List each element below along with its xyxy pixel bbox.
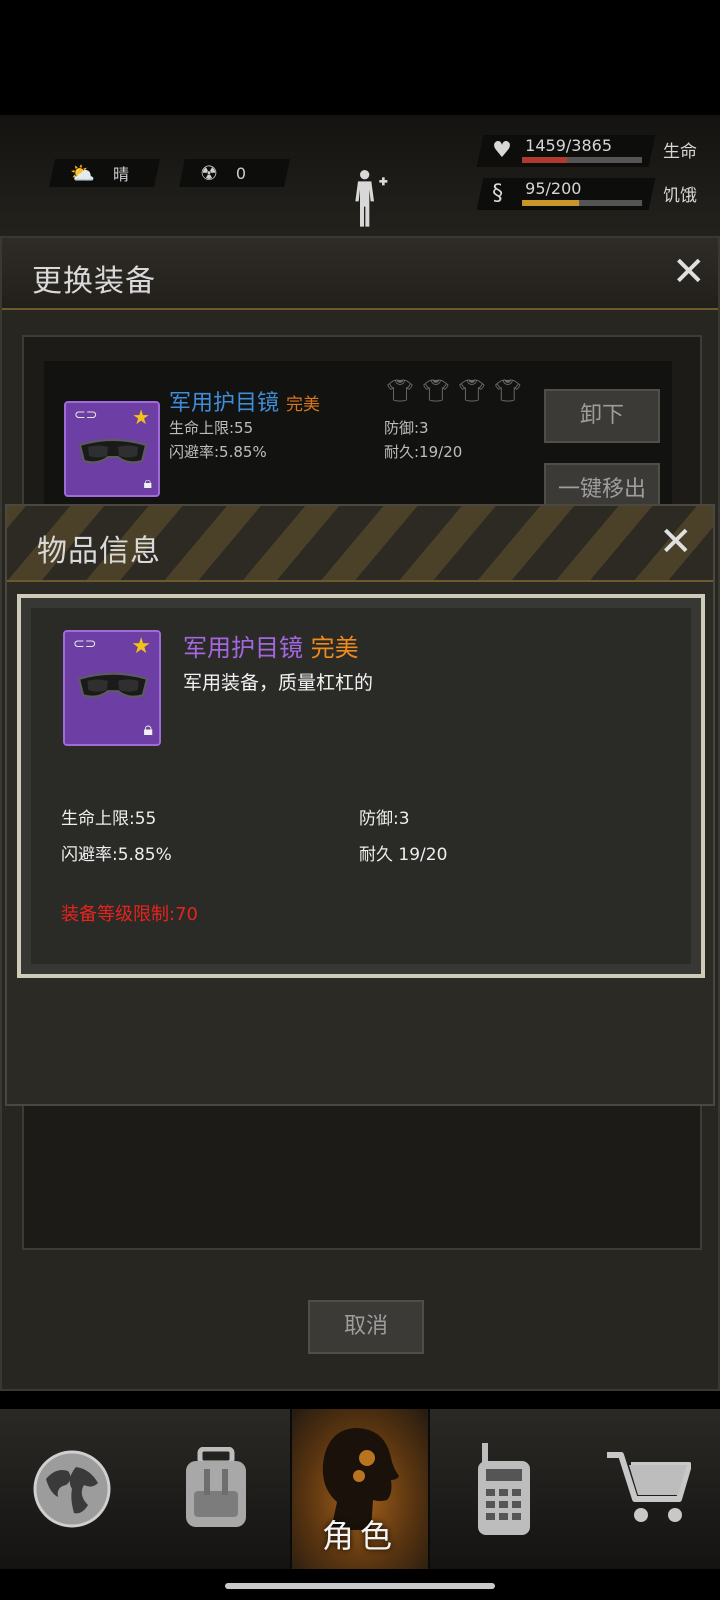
radiation-chip: ☢ 0	[179, 159, 290, 187]
health-bar-fill	[522, 157, 568, 163]
radiation-icon: ☢	[200, 161, 218, 185]
lock-icon: 🔒︎	[143, 719, 153, 740]
radiation-value: 0	[235, 163, 247, 183]
hunger-label: 饥饿	[663, 186, 697, 206]
change-equipment-header: 更换装备 ✕	[2, 238, 718, 310]
health-value: 1459/3865	[525, 136, 612, 155]
item-info-modal: 物品信息 ✕ ⊂⊃ ★ 🔒︎ 军用护目镜 完美 军用装备，质量杠杠的 生命上限:…	[5, 504, 715, 1106]
item-info-quality: 完美	[310, 634, 359, 662]
bottom-nav: 角色	[0, 1409, 720, 1569]
health-label: 生命	[663, 142, 697, 162]
modal-title: 物品信息	[37, 534, 161, 569]
item-info-name-text: 军用护目镜	[183, 634, 303, 662]
attr-hp-max: 生命上限:55	[61, 809, 157, 829]
sun-cloud-icon: ⛅	[70, 161, 95, 185]
set-shirt-icons: 👕︎👕︎👕︎👕︎	[386, 379, 530, 404]
item-dodge: 闪避率:5.85%	[169, 443, 267, 461]
lock-icon: 🔒︎	[143, 473, 152, 492]
health-stat: ♥ 1459/3865	[476, 135, 656, 167]
hunger-value: 95/200	[525, 179, 582, 198]
goggles-icon	[78, 439, 148, 464]
dialog-title: 更换装备	[32, 264, 156, 299]
item-name-text: 军用护目镜	[169, 391, 280, 416]
backpack-icon	[186, 1447, 246, 1527]
stomach-icon: §	[492, 181, 504, 206]
attr-dodge: 闪避率:5.85%	[61, 845, 172, 865]
goggles-icon	[77, 672, 149, 698]
close-icon[interactable]: ✕	[659, 522, 693, 562]
attr-defense: 防御:3	[359, 809, 410, 829]
body-heal-icon[interactable]	[350, 158, 390, 238]
item-info-frame: ⊂⊃ ★ 🔒︎ 军用护目镜 完美 军用装备，质量杠杠的 生命上限:55 闪避率:…	[17, 594, 705, 978]
item-info-body: ⊂⊃ ★ 🔒︎ 军用护目镜 完美 军用装备，质量杠杠的 生命上限:55 闪避率:…	[21, 598, 701, 974]
nav-world[interactable]	[0, 1409, 144, 1569]
globe-icon	[33, 1450, 111, 1528]
weather-label: 晴	[112, 165, 129, 184]
shopping-cart-icon	[607, 1452, 691, 1522]
item-slot: ⊂⊃ ★ 🔒︎	[63, 630, 161, 746]
cancel-button[interactable]: 取消	[308, 1300, 424, 1354]
item-defense: 防御:3	[384, 419, 429, 437]
item-durability: 耐久:19/20	[384, 443, 463, 461]
star-icon: ★	[131, 634, 151, 659]
item-slot[interactable]: ⊂⊃ ★ 🔒︎	[64, 401, 160, 497]
close-icon[interactable]: ✕	[672, 252, 706, 292]
level-requirement: 装备等级限制:70	[61, 904, 198, 925]
hunger-bar	[522, 200, 643, 206]
health-bar	[522, 157, 643, 163]
link-icon: ⊂⊃	[74, 407, 98, 423]
hunger-stat: § 95/200	[476, 178, 656, 210]
item-name: 军用护目镜 完美	[169, 385, 320, 417]
weather-chip: ⛅ 晴	[49, 159, 160, 187]
attr-durability: 耐久 19/20	[359, 845, 448, 865]
item-quality: 完美	[286, 395, 321, 415]
unequip-button[interactable]: 卸下	[544, 389, 660, 443]
nav-character-label: 角色	[321, 1517, 398, 1555]
nav-character[interactable]: 角色	[290, 1409, 430, 1569]
hunger-bar-fill	[522, 200, 580, 206]
nav-backpack[interactable]	[144, 1409, 288, 1569]
walkie-talkie-icon	[478, 1443, 530, 1535]
item-hp-max: 生命上限:55	[169, 419, 254, 437]
star-icon: ★	[132, 405, 150, 429]
nav-radio[interactable]	[432, 1409, 576, 1569]
item-info-name: 军用护目镜 完美	[183, 628, 359, 663]
heart-icon: ♥	[492, 138, 512, 163]
home-indicator[interactable]	[225, 1583, 495, 1589]
link-icon: ⊂⊃	[73, 636, 97, 652]
nav-shop[interactable]	[576, 1409, 720, 1569]
item-info-header: 物品信息 ✕	[7, 506, 713, 582]
item-info-description: 军用装备，质量杠杠的	[183, 672, 374, 694]
